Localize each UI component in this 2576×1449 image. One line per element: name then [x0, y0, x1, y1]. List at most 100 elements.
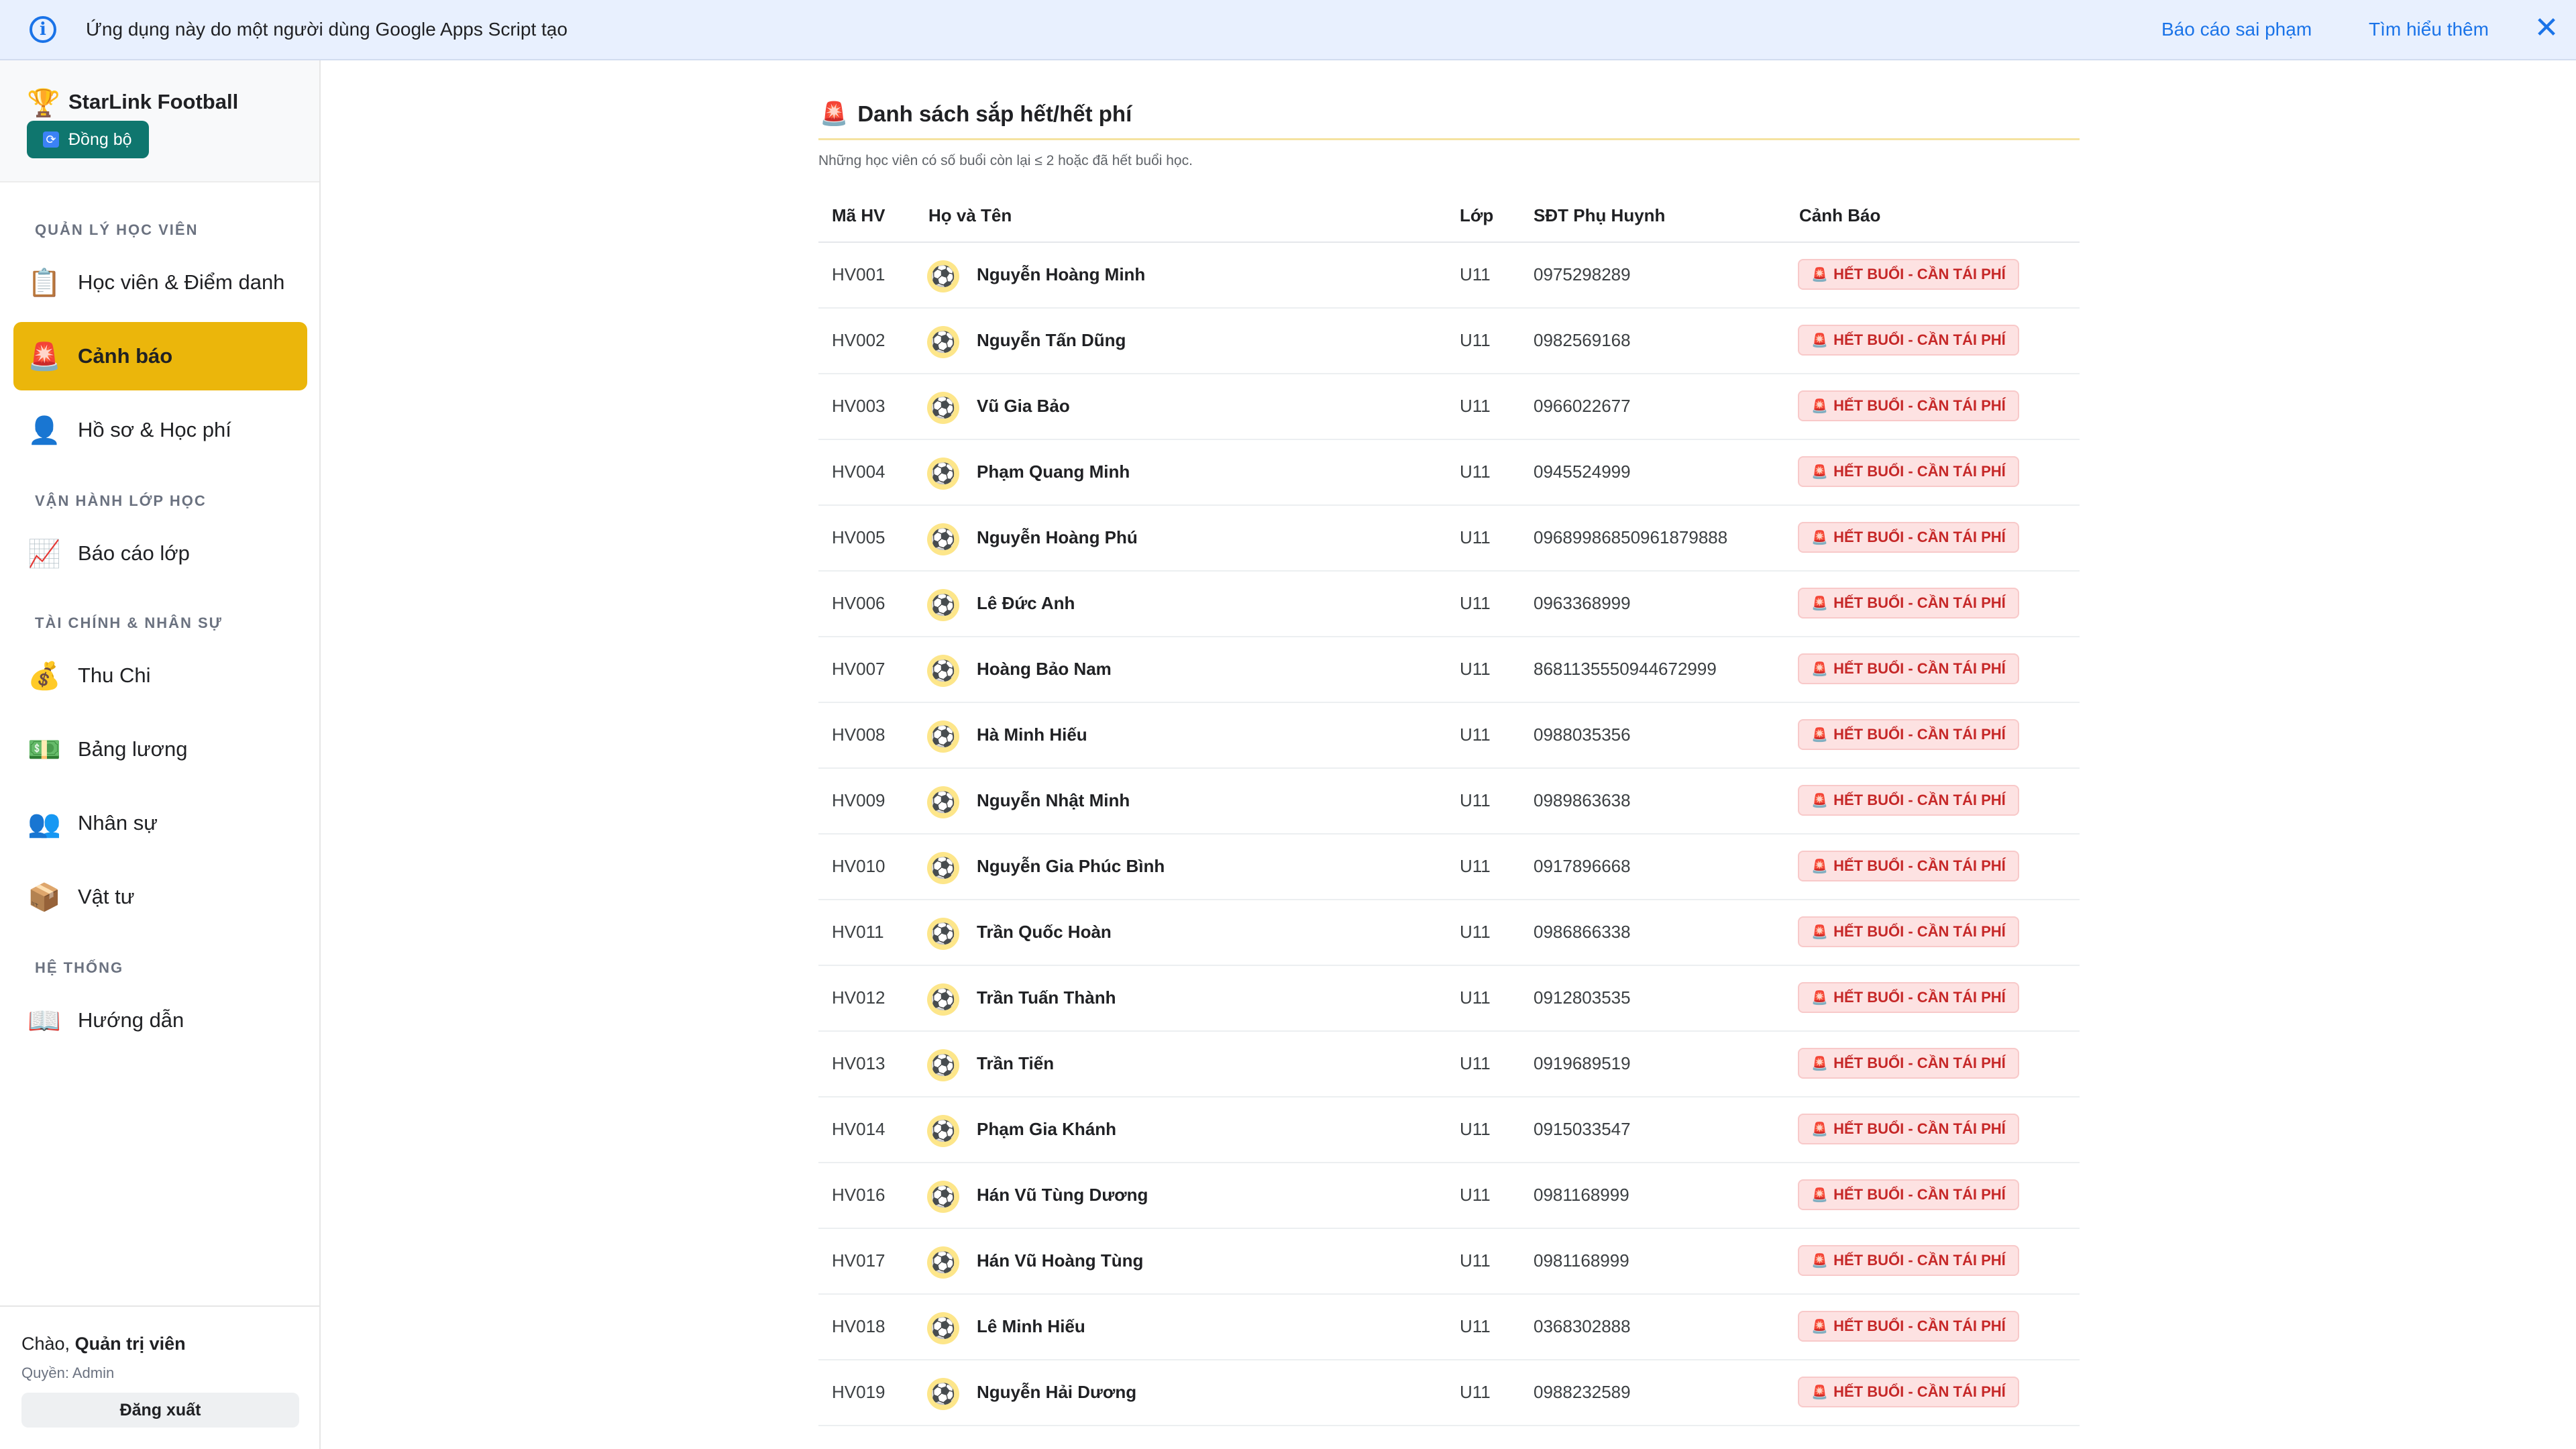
- table-row[interactable]: HV002 ⚽ Nguyễn Tấn Dũng U11 0982569168 🚨 HẾT B…: [818, 309, 2080, 374]
- learn-more-link[interactable]: Tìm hiểu thêm: [2369, 19, 2489, 40]
- info-icon: i: [30, 16, 56, 43]
- soccer-ball-icon: ⚽: [927, 786, 959, 818]
- parent-phone: 0981168999: [1534, 1185, 1629, 1205]
- table-row[interactable]: HV007 ⚽ Hoàng Bảo Nam U11 868113555094467299…: [818, 637, 2080, 703]
- table-row[interactable]: HV019 ⚽ Nguyễn Hải Dương U11 0988232589 🚨 HẾT …: [818, 1360, 2080, 1426]
- student-name: Vũ Gia Bảo: [977, 396, 1070, 416]
- siren-icon: 🚨: [1811, 1253, 1829, 1269]
- parent-phone: 0975298289: [1534, 264, 1631, 284]
- student-class: U11: [1460, 987, 1491, 1008]
- money-bag-icon: 💰: [28, 661, 61, 691]
- sidebar-item-label: Cảnh báo: [78, 344, 173, 368]
- sidebar-item-class-report[interactable]: 📈 Báo cáo lớp: [13, 519, 307, 588]
- sidebar-item-warnings[interactable]: 🚨 Cảnh báo: [13, 322, 307, 390]
- greeting-text: Chào,: [21, 1334, 70, 1354]
- table-row[interactable]: HV018 ⚽ Lê Minh Hiếu U11 0368302888 🚨 HẾT BUỔI…: [818, 1295, 2080, 1360]
- status-badge-text: HẾT BUỔI - CẦN TÁI PHÍ: [1833, 923, 2006, 940]
- parent-phone: 0945524999: [1534, 462, 1631, 482]
- status-badge-text: HẾT BUỔI - CẦN TÁI PHÍ: [1833, 857, 2006, 874]
- column-header-id: Mã HV: [832, 205, 885, 225]
- table-row[interactable]: HV016 ⚽ Hán Vũ Tùng Dương U11 0981168999 🚨 HẾT…: [818, 1163, 2080, 1229]
- siren-icon: 🚨: [1811, 398, 1829, 414]
- column-header-phone: SĐT Phụ Huynh: [1534, 205, 1666, 225]
- sidebar-item-label: Hướng dẫn: [78, 1008, 184, 1032]
- sidebar-item-supplies[interactable]: 📦 Vật tư: [13, 863, 307, 931]
- table-row[interactable]: HV013 ⚽ Trần Tiến U11 0919689519 🚨 HẾT BUỔI - …: [818, 1032, 2080, 1097]
- table-row[interactable]: HV008 ⚽ Hà Minh Hiếu U11 0988035356 🚨 HẾT BUỔI…: [818, 703, 2080, 769]
- table-row[interactable]: HV009 ⚽ Nguyễn Nhật Minh U11 0989863638 🚨 HẾT …: [818, 769, 2080, 835]
- sidebar-item-payroll[interactable]: 💵 Bảng lương: [13, 715, 307, 784]
- people-icon: 👥: [28, 808, 61, 839]
- parent-phone: 0988035356: [1534, 724, 1631, 745]
- soccer-ball-icon: ⚽: [927, 260, 959, 292]
- table-row[interactable]: HV004 ⚽ Phạm Quang Minh U11 0945524999 🚨 HẾT B…: [818, 440, 2080, 506]
- banner-text: Ứng dụng này do một người dùng Google Ap…: [86, 19, 568, 40]
- student-name: Nguyễn Nhật Minh: [977, 790, 1130, 810]
- student-class: U11: [1460, 593, 1491, 613]
- chart-icon: 📈: [28, 539, 61, 569]
- sync-button[interactable]: ⟳ Đồng bộ: [27, 121, 149, 158]
- sidebar-item-income-expense[interactable]: 💰 Thu Chi: [13, 641, 307, 710]
- status-badge-text: HẾT BUỔI - CẦN TÁI PHÍ: [1833, 529, 2006, 545]
- status-badge-text: HẾT BUỔI - CẦN TÁI PHÍ: [1833, 397, 2006, 414]
- soccer-ball-icon: ⚽: [927, 1049, 959, 1081]
- student-name: Phạm Gia Khánh: [977, 1119, 1117, 1139]
- table-row[interactable]: HV012 ⚽ Trần Tuấn Thành U11 0912803535 🚨 HẾT B…: [818, 966, 2080, 1032]
- sidebar-item-students-attendance[interactable]: 📋 Học viên & Điểm danh: [13, 248, 307, 317]
- sidebar-item-guide[interactable]: 📖 Hướng dẫn: [13, 986, 307, 1055]
- status-badge: 🚨 HẾT BUỔI - CẦN TÁI PHÍ: [1798, 1179, 2019, 1210]
- sync-label: Đồng bộ: [68, 129, 132, 149]
- logout-button[interactable]: Đăng xuất: [21, 1393, 299, 1428]
- page-title-text: Danh sách sắp hết/hết phí: [857, 101, 1132, 126]
- status-badge-text: HẾT BUỔI - CẦN TÁI PHÍ: [1833, 594, 2006, 611]
- student-name: Nguyễn Hải Dương: [977, 1382, 1137, 1402]
- siren-icon: 🚨: [28, 341, 61, 372]
- student-name: Trần Tiến: [977, 1053, 1055, 1073]
- sidebar-item-staff[interactable]: 👥 Nhân sự: [13, 789, 307, 857]
- column-header-class: Lớp: [1460, 205, 1494, 225]
- table-body: HV001 ⚽ Nguyễn Hoàng Minh U11 0975298289 🚨 HẾT…: [818, 243, 2080, 1426]
- status-badge: 🚨 HẾT BUỔI - CẦN TÁI PHÍ: [1798, 390, 2019, 421]
- student-name: Hoàng Bảo Nam: [977, 659, 1112, 679]
- table-row[interactable]: HV005 ⚽ Nguyễn Hoàng Phú U11 096899868509618…: [818, 506, 2080, 572]
- table-row[interactable]: HV010 ⚽ Nguyễn Gia Phúc Bình U11 0917896668 🚨…: [818, 835, 2080, 900]
- status-badge: 🚨 HẾT BUỔI - CẦN TÁI PHÍ: [1798, 1114, 2019, 1144]
- student-id: HV019: [832, 1382, 885, 1402]
- siren-icon: 🚨: [1811, 924, 1829, 940]
- siren-icon: 🚨: [1811, 859, 1829, 874]
- sidebar-item-profile-fees[interactable]: 👤 Hồ sơ & Học phí: [13, 396, 307, 464]
- table-row[interactable]: HV001 ⚽ Nguyễn Hoàng Minh U11 0975298289 🚨 HẾT…: [818, 243, 2080, 309]
- user-name: Quản trị viên: [74, 1334, 186, 1354]
- brand-title: StarLink Football: [68, 90, 239, 113]
- table-row[interactable]: HV017 ⚽ Hán Vũ Hoàng Tùng U11 0981168999 🚨 HẾT…: [818, 1229, 2080, 1295]
- close-icon[interactable]: ✕: [2532, 13, 2561, 43]
- siren-icon: 🚨: [1811, 267, 1829, 282]
- status-badge: 🚨 HẾT BUỔI - CẦN TÁI PHÍ: [1798, 522, 2019, 553]
- student-id: HV014: [832, 1119, 885, 1139]
- siren-icon: 🚨: [1811, 1056, 1829, 1071]
- student-id: HV004: [832, 462, 885, 482]
- table-row[interactable]: HV011 ⚽ Trần Quốc Hoàn U11 0986866338 🚨 HẾT BU…: [818, 900, 2080, 966]
- status-badge: 🚨 HẾT BUỔI - CẦN TÁI PHÍ: [1798, 653, 2019, 684]
- status-badge-text: HẾT BUỔI - CẦN TÁI PHÍ: [1833, 660, 2006, 677]
- table-row[interactable]: HV006 ⚽ Lê Đức Anh U11 0963368999 🚨 HẾT BUỔI -…: [818, 572, 2080, 637]
- soccer-ball-icon: ⚽: [927, 523, 959, 555]
- siren-icon: 🚨: [1811, 1122, 1829, 1137]
- table-row[interactable]: HV014 ⚽ Phạm Gia Khánh U11 0915033547 🚨 HẾT BU…: [818, 1097, 2080, 1163]
- student-class: U11: [1460, 1382, 1491, 1402]
- sidebar-item-label: Vật tư: [78, 885, 135, 908]
- sidebar-item-label: Nhân sự: [78, 811, 158, 835]
- student-name: Hà Minh Hiếu: [977, 724, 1087, 745]
- student-class: U11: [1460, 330, 1491, 350]
- siren-icon: 🚨: [1811, 727, 1829, 743]
- student-id: HV005: [832, 527, 885, 547]
- sidebar-item-label: Hồ sơ & Học phí: [78, 418, 231, 441]
- status-badge-text: HẾT BUỔI - CẦN TÁI PHÍ: [1833, 792, 2006, 808]
- table-row[interactable]: HV003 ⚽ Vũ Gia Bảo U11 0966022677 🚨 HẾT BUỔI -…: [818, 374, 2080, 440]
- warning-table: Mã HV Họ và Tên Lớp SĐT Phụ Huynh Cảnh B…: [818, 192, 2080, 1426]
- student-class: U11: [1460, 264, 1491, 284]
- table-header: Mã HV Họ và Tên Lớp SĐT Phụ Huynh Cảnh B…: [818, 192, 2080, 243]
- report-abuse-link[interactable]: Báo cáo sai phạm: [2161, 19, 2312, 40]
- student-name: Hán Vũ Tùng Dương: [977, 1185, 1148, 1205]
- student-id: HV011: [832, 922, 884, 942]
